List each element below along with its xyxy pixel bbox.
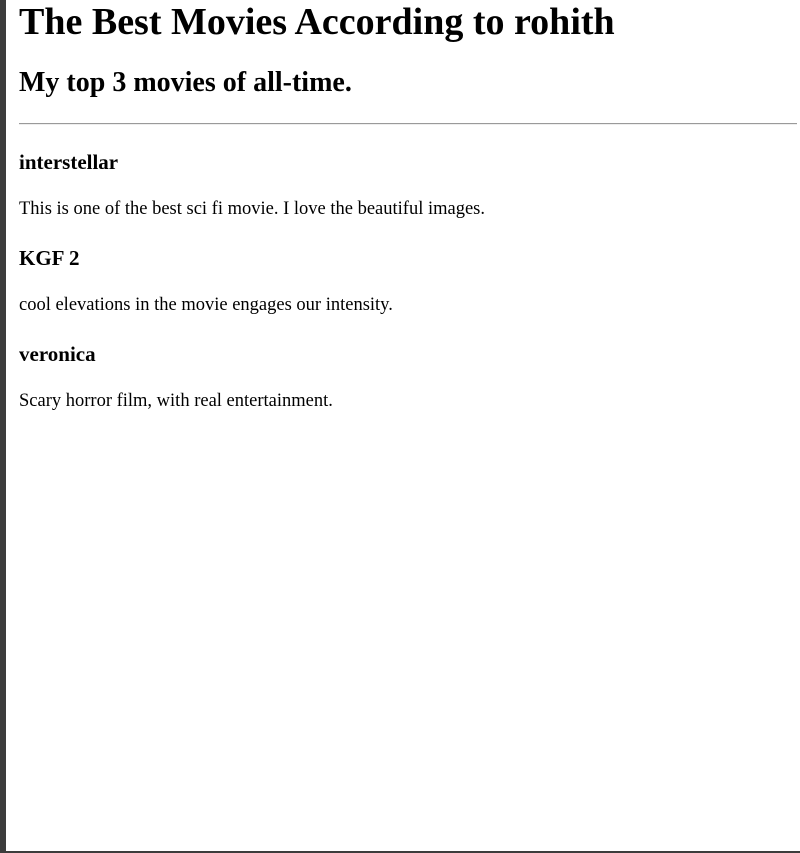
horizontal-rule bbox=[19, 123, 797, 125]
page-content: The Best Movies According to rohith My t… bbox=[19, 0, 797, 412]
movie-item-kgf-2: KGF 2 cool elevations in the movie engag… bbox=[19, 246, 797, 316]
movie-title: veronica bbox=[19, 342, 96, 366]
movie-item-veronica: veronica Scary horror film, with real en… bbox=[19, 342, 797, 412]
page-title: The Best Movies According to rohith bbox=[19, 1, 615, 43]
movie-title: KGF 2 bbox=[19, 246, 80, 270]
movie-review: cool elevations in the movie engages our… bbox=[19, 295, 393, 315]
browser-viewport: The Best Movies According to rohith My t… bbox=[0, 0, 800, 853]
movie-title: interstellar bbox=[19, 150, 119, 174]
movie-item-interstellar: interstellar This is one of the best sci… bbox=[19, 150, 797, 220]
movie-review: Scary horror film, with real entertainme… bbox=[19, 391, 333, 411]
page-subtitle: My top 3 movies of all-time. bbox=[19, 67, 352, 98]
movie-review: This is one of the best sci fi movie. I … bbox=[19, 199, 485, 219]
